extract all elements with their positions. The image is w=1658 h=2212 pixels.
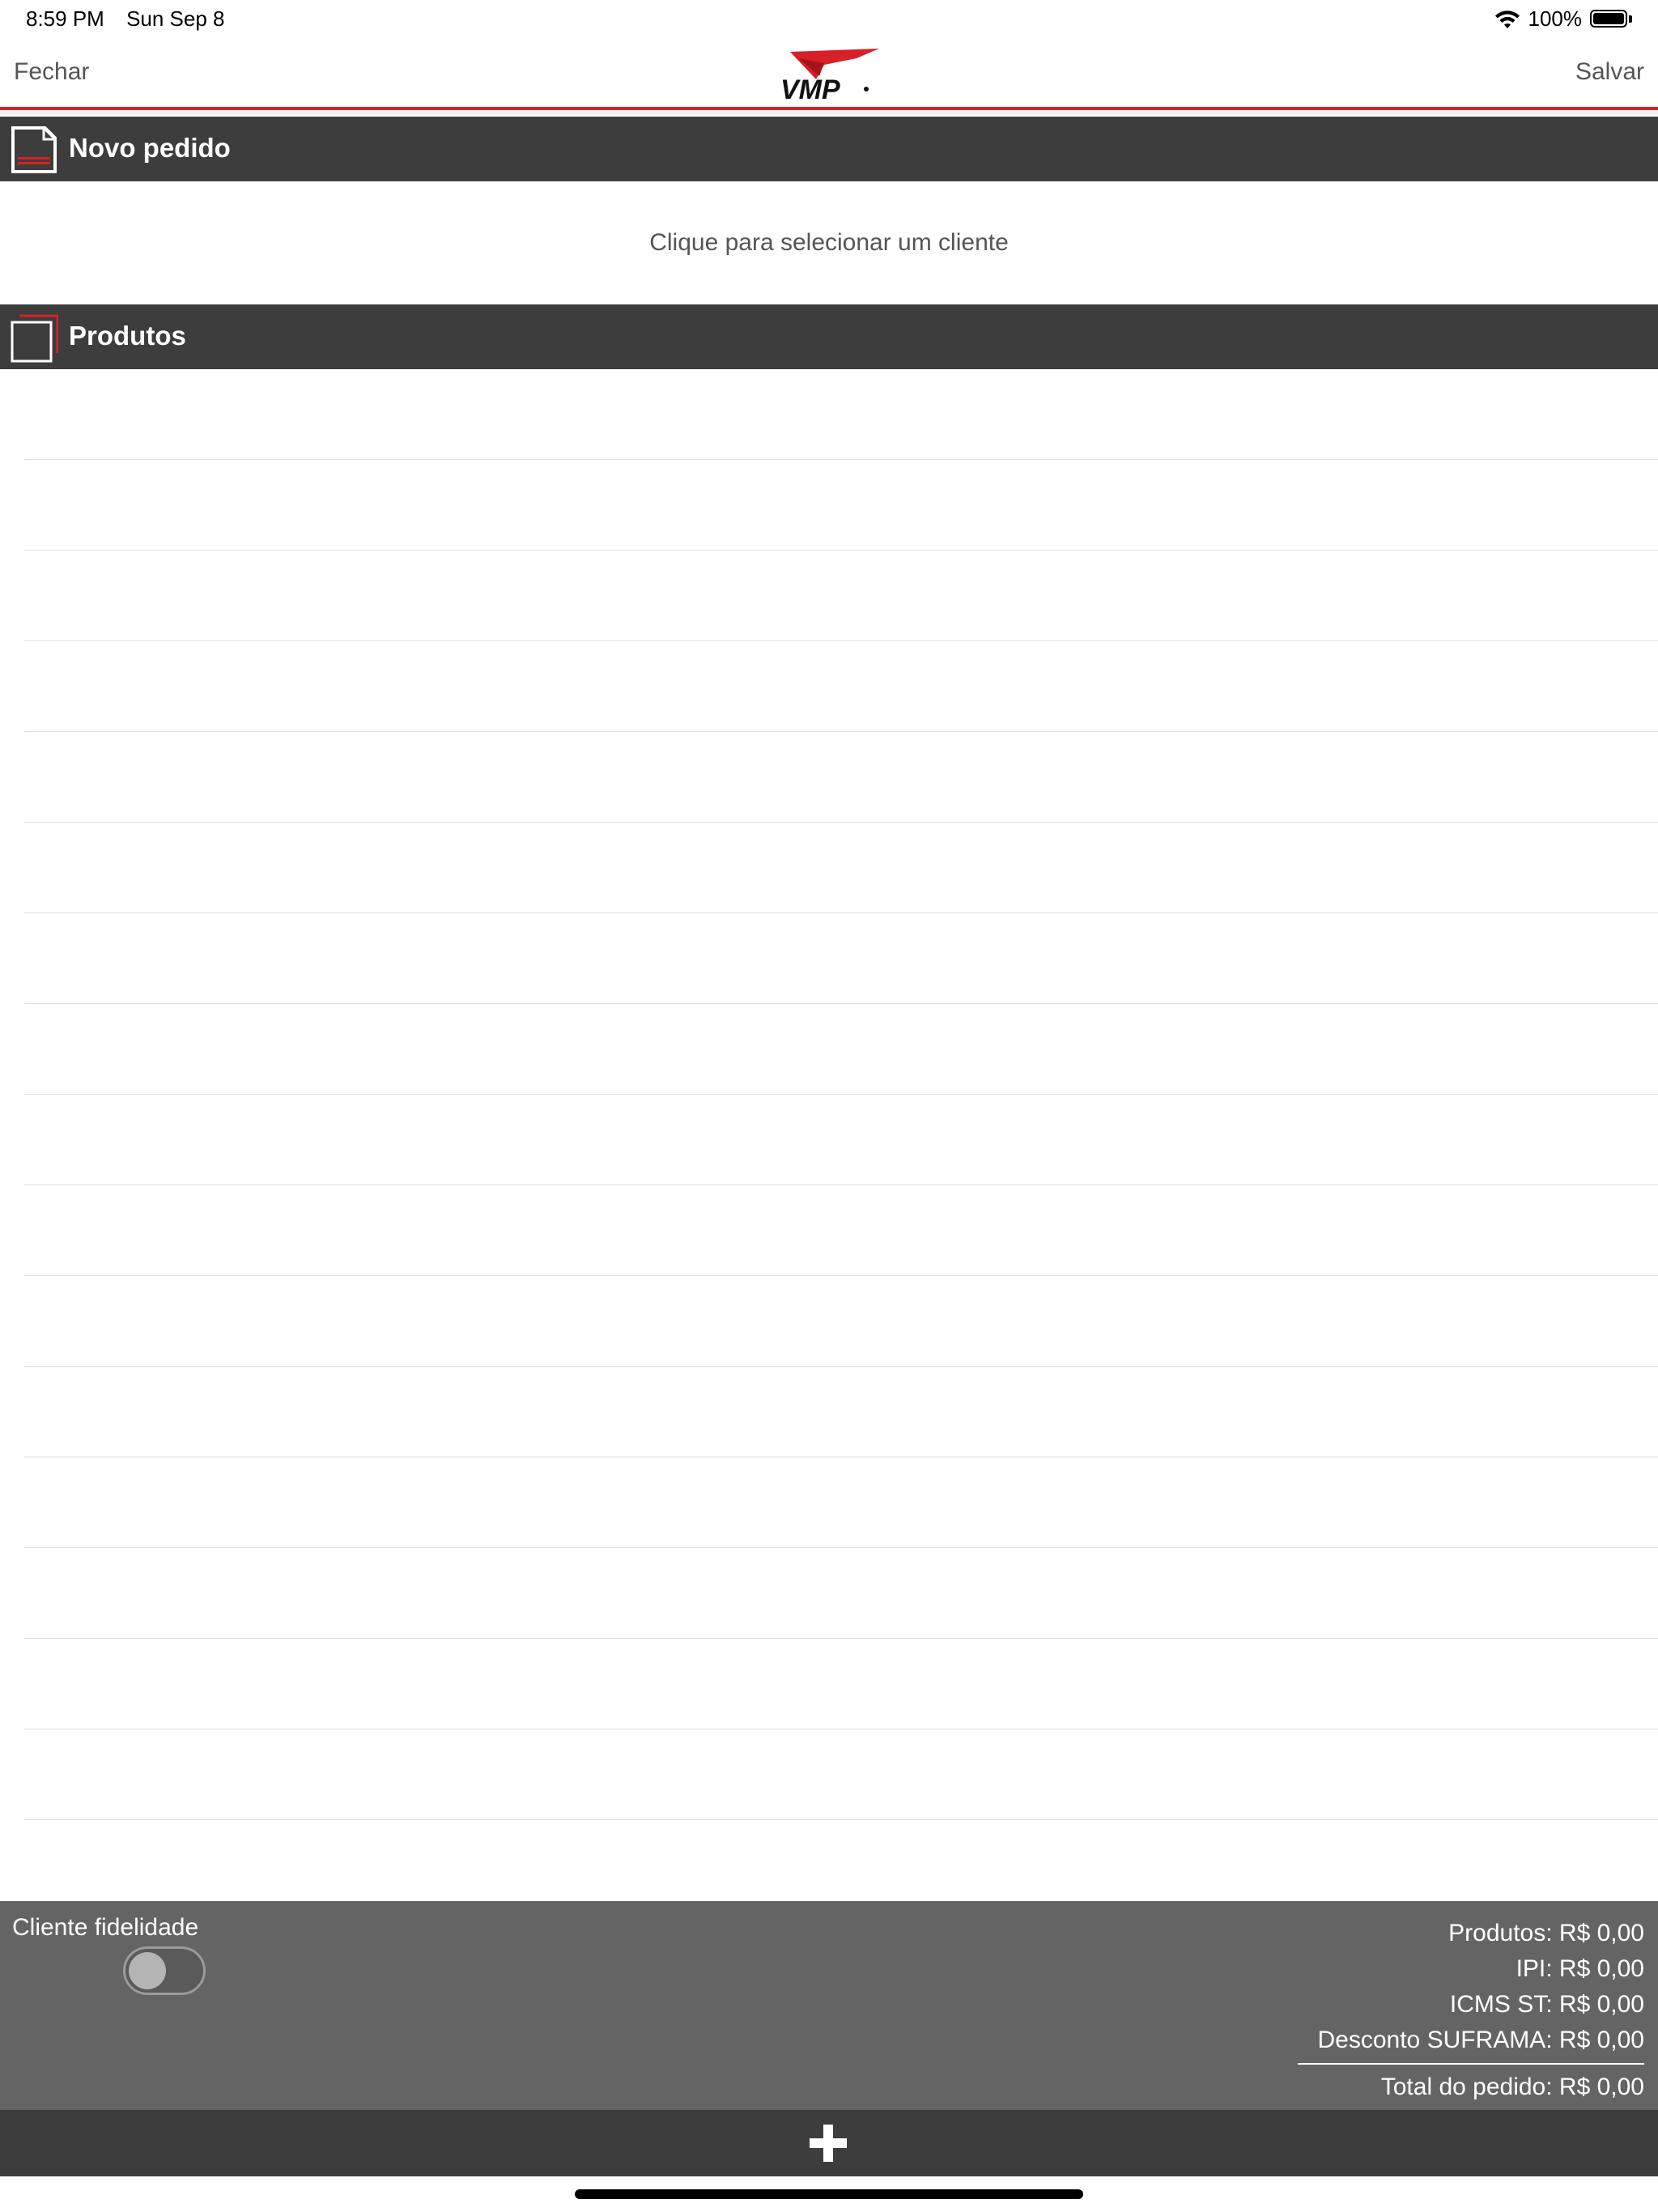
total-desconto-suframa: Desconto SUFRAMA: R$ 0,00 (1317, 2027, 1645, 2053)
product-row (24, 551, 1658, 641)
order-section-header: Novo pedido (0, 117, 1658, 181)
select-client-button[interactable]: Clique para selecionar um cliente (0, 181, 1658, 304)
client-placeholder: Clique para selecionar um cliente (649, 229, 1009, 256)
product-row (24, 369, 1658, 460)
box-icon (11, 314, 58, 363)
product-list (0, 369, 1658, 1911)
order-summary: Cliente fidelidade Produtos: R$ 0,00 IPI… (0, 1901, 1658, 2110)
wifi-icon (1494, 10, 1520, 28)
product-row (24, 1820, 1658, 1911)
add-product-bar (0, 2110, 1658, 2176)
status-date: Sun Sep 8 (126, 6, 225, 31)
product-row (24, 641, 1658, 732)
product-row (24, 1095, 1658, 1185)
product-row (24, 1639, 1658, 1729)
product-row (24, 460, 1658, 551)
product-row (24, 1729, 1658, 1820)
status-right: 100% (1494, 6, 1635, 32)
divider (0, 110, 1658, 115)
toggle-knob (129, 1952, 166, 1989)
battery-percent: 100% (1528, 6, 1583, 31)
product-row (24, 1367, 1658, 1457)
product-row (24, 1548, 1658, 1639)
navigation-bar: Fechar VMP Salvar (0, 39, 1658, 107)
products-section-header: Produtos (0, 304, 1658, 369)
loyalty-toggle[interactable] (123, 1946, 206, 1995)
status-time: 8:59 PM (26, 6, 104, 31)
total-icms-st: ICMS ST: R$ 0,00 (1449, 1991, 1644, 2018)
status-left: 8:59 PM Sun Sep 8 (26, 6, 241, 32)
order-title: Novo pedido (69, 133, 231, 163)
product-row (24, 1276, 1658, 1367)
total-produtos: Produtos: R$ 0,00 (1448, 1920, 1644, 1946)
product-row (24, 1457, 1658, 1548)
home-indicator (575, 2189, 1083, 2199)
total-ipi: IPI: R$ 0,00 (1516, 1955, 1644, 1982)
plus-icon[interactable] (806, 2121, 850, 2165)
vmp-logo: VMP (780, 49, 879, 100)
totals: Produtos: R$ 0,00 IPI: R$ 0,00 ICMS ST: … (1298, 1916, 1644, 2105)
product-row (24, 732, 1658, 823)
battery-icon (1590, 9, 1634, 29)
status-bar: 8:59 PM Sun Sep 8 100% (0, 0, 1658, 39)
product-row (24, 1185, 1658, 1276)
product-row (24, 823, 1658, 913)
save-button[interactable]: Salvar (1575, 58, 1644, 86)
loyalty-label: Cliente fidelidade (12, 1914, 199, 1941)
close-button[interactable]: Fechar (14, 58, 89, 86)
totals-divider (1298, 2063, 1644, 2065)
product-row (24, 1004, 1658, 1095)
products-title: Produtos (69, 321, 186, 351)
logo-text: VMP (780, 74, 840, 100)
product-row (24, 913, 1658, 1004)
total-pedido: Total do pedido: R$ 0,00 (1380, 2074, 1644, 2100)
document-icon (11, 126, 57, 173)
